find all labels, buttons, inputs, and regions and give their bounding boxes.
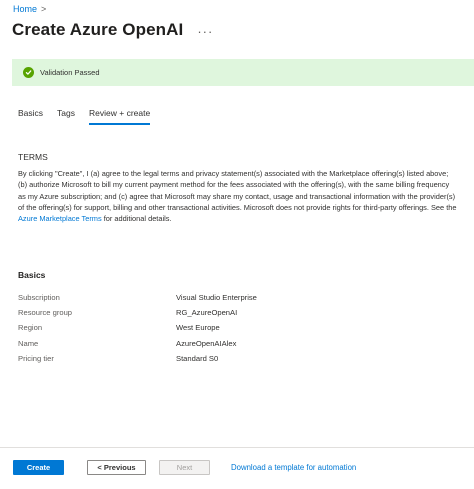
- breadcrumb-home-link[interactable]: Home: [13, 4, 37, 14]
- footer-divider: [0, 447, 474, 448]
- terms-text-end: for additional details.: [101, 214, 172, 224]
- summary-row-pricing-tier: Pricing tier Standard S0: [18, 351, 458, 366]
- validation-status-text: Validation Passed: [40, 68, 100, 77]
- title-row: Create Azure OpenAI ···: [12, 20, 213, 40]
- summary-value: West Europe: [176, 323, 220, 333]
- page-title: Create Azure OpenAI: [12, 20, 184, 39]
- download-template-link[interactable]: Download a template for automation: [231, 463, 356, 472]
- terms-text-main: By clicking "Create", I (a) agree to the…: [18, 169, 457, 212]
- more-options-icon[interactable]: ···: [197, 24, 213, 39]
- azure-marketplace-terms-link[interactable]: Azure Marketplace Terms: [18, 214, 102, 223]
- tab-bar: Basics Tags Review + create: [18, 108, 151, 125]
- summary-value: RG_AzureOpenAI: [176, 308, 238, 318]
- terms-text: By clicking "Create", I (a) agree to the…: [18, 168, 458, 224]
- summary-value: AzureOpenAIAlex: [176, 338, 237, 348]
- breadcrumb: Home >: [13, 4, 46, 14]
- chevron-right-icon: >: [41, 4, 47, 14]
- basics-summary: Subscription Visual Studio Enterprise Re…: [18, 290, 458, 366]
- summary-label: Pricing tier: [18, 353, 54, 363]
- next-button: Next: [159, 460, 210, 475]
- basics-heading: Basics: [18, 270, 46, 280]
- footer-actions: Create < Previous Next Download a templa…: [13, 460, 356, 475]
- summary-label: Name: [18, 338, 39, 348]
- tab-review-create[interactable]: Review + create: [89, 108, 151, 125]
- summary-label: Subscription: [18, 293, 60, 303]
- summary-row-subscription: Subscription Visual Studio Enterprise: [18, 290, 458, 305]
- summary-value: Standard S0: [176, 353, 219, 363]
- summary-row-region: Region West Europe: [18, 320, 458, 335]
- validation-banner: Validation Passed: [12, 59, 474, 86]
- terms-heading: TERMS: [18, 152, 48, 162]
- summary-label: Resource group: [18, 308, 73, 318]
- summary-value: Visual Studio Enterprise: [176, 293, 257, 303]
- previous-button[interactable]: < Previous: [87, 460, 146, 475]
- tab-tags[interactable]: Tags: [57, 108, 75, 125]
- summary-row-resource-group: Resource group RG_AzureOpenAI: [18, 305, 458, 320]
- checkmark-circle-icon: [23, 67, 34, 78]
- create-button[interactable]: Create: [13, 460, 64, 475]
- summary-row-name: Name AzureOpenAIAlex: [18, 336, 458, 351]
- summary-label: Region: [18, 323, 43, 333]
- tab-basics[interactable]: Basics: [18, 108, 43, 125]
